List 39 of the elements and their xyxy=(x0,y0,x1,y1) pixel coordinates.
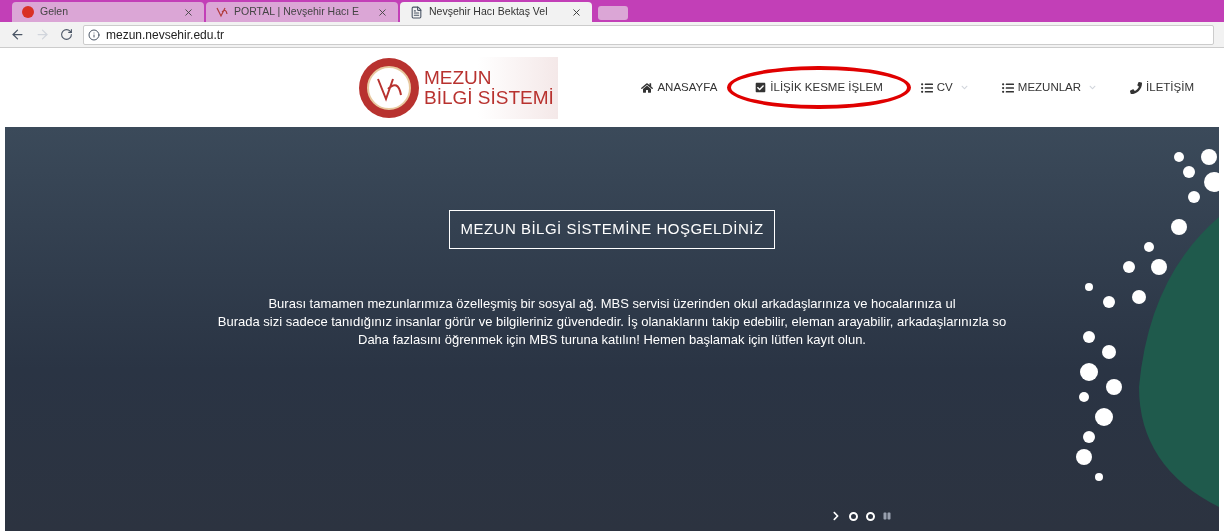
reload-icon[interactable] xyxy=(60,28,73,41)
nav-link[interactable]: ANASAYFA xyxy=(641,78,718,97)
browser-tab[interactable]: Nevşehir Hacı Bektaş Vel xyxy=(400,2,592,22)
nav-link[interactable]: İLETİŞİM xyxy=(1130,78,1194,97)
browser-tab[interactable]: PORTAL | Nevşehir Hacı E xyxy=(206,2,398,22)
seal-icon xyxy=(358,56,420,119)
tab-title: Nevşehir Hacı Bektaş Vel xyxy=(429,4,548,20)
pause-icon[interactable] xyxy=(883,512,891,520)
checkbox-icon xyxy=(755,82,767,93)
hero-text: Daha fazlasını öğrenmek için MBS turuna katılın! Hemen başlamak için lütfen kayıt olun. xyxy=(358,330,866,349)
url-text: mezun.nevsehir.edu.tr xyxy=(106,26,225,44)
mail-icon xyxy=(22,6,34,18)
close-icon[interactable] xyxy=(571,6,582,18)
caret-icon xyxy=(1089,84,1097,91)
tab-title: PORTAL | Nevşehir Hacı E xyxy=(234,4,360,20)
nav-link[interactable]: İLİŞİK KESME İŞLEM xyxy=(755,78,883,97)
nav-link[interactable]: CV xyxy=(920,78,968,97)
logo-text: BİLGİ SİSTEMİ xyxy=(424,87,554,108)
address-field[interactable]: mezun.nevsehir.edu.tr xyxy=(83,24,1214,45)
home-icon xyxy=(641,81,654,94)
hero-text: Burada sizi sadece tanıdığınız insanlar görür ve bilgileriniz güvendedir. İş olanaklarını takip edebilir, eleman arayabilir, arkadaşlarınızla so xyxy=(217,312,1007,331)
close-icon[interactable] xyxy=(183,6,194,18)
next-icon[interactable] xyxy=(831,511,841,521)
caret-icon xyxy=(960,84,968,91)
list-icon xyxy=(1001,81,1014,94)
browser-tab[interactable]: Gelen xyxy=(12,2,204,22)
site-logo[interactable]: MEZUN BİLGİ SİSTEMİ xyxy=(358,56,558,119)
close-icon[interactable] xyxy=(377,6,388,18)
info-icon xyxy=(88,28,100,41)
phone-icon xyxy=(1130,81,1143,94)
page-icon xyxy=(410,5,423,19)
list-icon xyxy=(920,81,933,94)
tab-title: Gelen xyxy=(40,4,69,20)
logo-icon xyxy=(216,6,228,18)
logo-text: MEZUN xyxy=(424,67,493,88)
nav-link[interactable]: MEZUNLAR xyxy=(1001,78,1097,97)
hero-title: MEZUN BİLGİ SİSTEMİNE HOŞGELDİNİZ xyxy=(449,210,775,249)
back-icon[interactable] xyxy=(10,27,25,42)
hero-text: Burası tamamen mezunlarımıza özelleşmiş bir sosyal ağ. MBS servisi üzerinden okul arkadaşlarınıza ve hocalarınıza ul xyxy=(268,294,956,313)
